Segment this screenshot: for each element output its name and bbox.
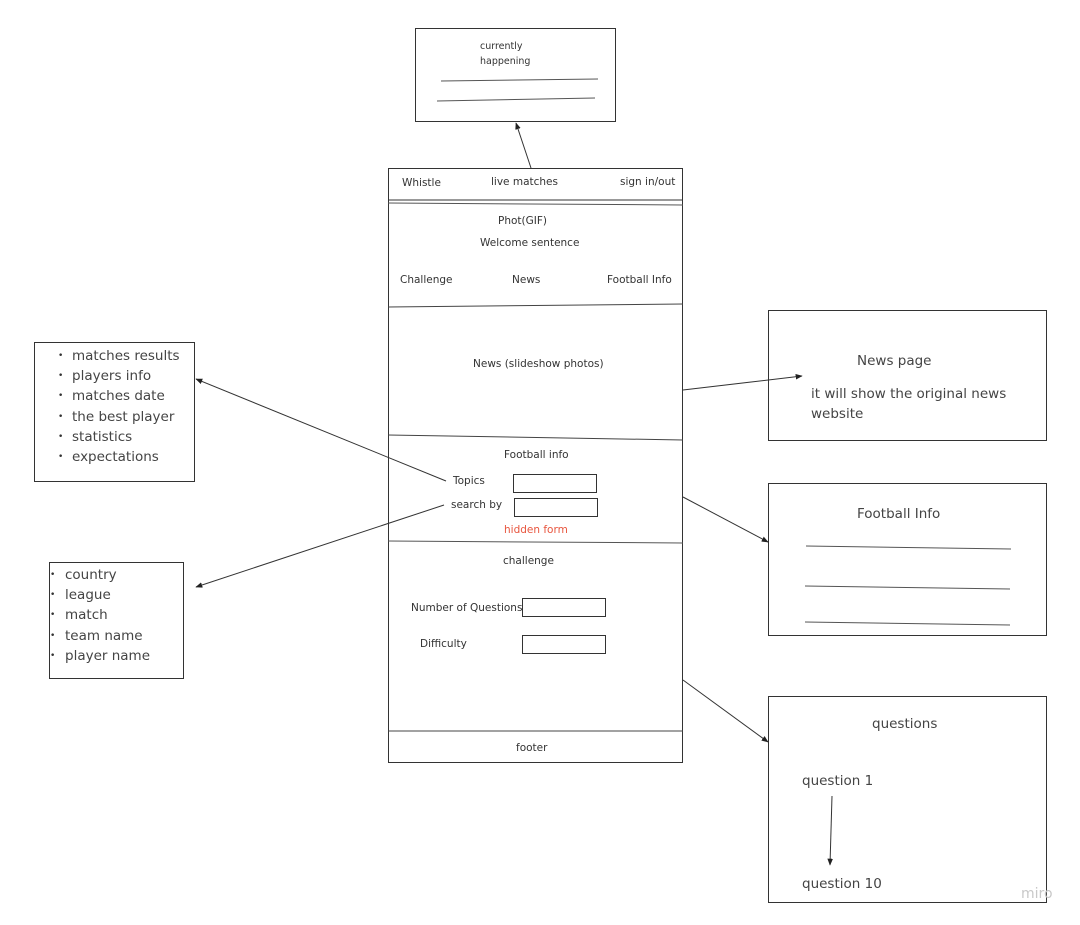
- topics-list-box: matches results players info matches dat…: [34, 342, 195, 482]
- news-page-box: News page it will show the original news…: [768, 310, 1047, 441]
- topics-list-item: matches date: [58, 386, 180, 406]
- football-info-page-title: Football Info: [857, 506, 941, 522]
- welcome-sentence: Welcome sentence: [480, 237, 580, 249]
- search-by-list-item: player name: [50, 646, 150, 666]
- question-last: question 10: [802, 876, 882, 892]
- search-by-list: country league match team name player na…: [50, 565, 150, 666]
- hero-media: Phot(GIF): [498, 215, 547, 227]
- challenge-section: challenge Number of Questions Difficulty: [389, 544, 682, 730]
- arrow-live-matches-to-popup: [515, 122, 532, 169]
- search-by-list-item: match: [50, 605, 150, 625]
- topics-list-item: matches results: [58, 346, 180, 366]
- question-first: question 1: [802, 773, 874, 789]
- challenge-title: challenge: [503, 555, 554, 567]
- search-by-list-item: league: [50, 585, 150, 605]
- search-by-list-box: country league match team name player na…: [49, 562, 184, 679]
- news-slideshow-section[interactable]: News (slideshow photos): [389, 306, 682, 436]
- hero-link-news[interactable]: News: [512, 274, 540, 286]
- news-slideshow-label: News (slideshow photos): [473, 358, 604, 370]
- popup-title-line1: currently: [480, 41, 523, 52]
- search-by-input[interactable]: [514, 498, 598, 517]
- live-matches-popup: currently happening: [415, 28, 616, 122]
- popup-title-line2: happening: [480, 56, 531, 67]
- hero-section: Phot(GIF) Welcome sentence Challenge New…: [389, 200, 682, 305]
- football-info-page-box: Football Info: [768, 483, 1047, 636]
- news-page-title: News page: [857, 353, 932, 369]
- miro-watermark: miro: [1021, 886, 1053, 902]
- topics-label: Topics: [453, 475, 485, 487]
- difficulty-label: Difficulty: [420, 638, 467, 650]
- hidden-form-note: hidden form: [504, 524, 568, 536]
- football-info-title: Football info: [504, 449, 569, 461]
- hero-link-challenge[interactable]: Challenge: [400, 274, 453, 286]
- footer-section: footer: [389, 732, 682, 762]
- football-info-section: Football info Topics search by hidden fo…: [389, 440, 682, 542]
- number-of-questions-label: Number of Questions: [411, 602, 523, 614]
- questions-page-title: questions: [872, 716, 938, 732]
- logo-whistle[interactable]: Whistle: [402, 177, 441, 189]
- topics-list: matches results players info matches dat…: [58, 346, 180, 467]
- news-page-description: it will show the original news website: [811, 386, 1007, 422]
- navbar: Whistle live matches sign in/out: [389, 169, 682, 201]
- hero-link-football-info[interactable]: Football Info: [607, 274, 672, 286]
- difficulty-input[interactable]: [522, 635, 606, 654]
- questions-page-box: questions question 1 question 10: [768, 696, 1047, 903]
- topics-list-item: the best player: [58, 407, 180, 427]
- topics-list-item: players info: [58, 366, 180, 386]
- sign-in-out-link[interactable]: sign in/out: [620, 176, 675, 188]
- live-matches-link[interactable]: live matches: [491, 176, 558, 188]
- topics-input[interactable]: [513, 474, 597, 493]
- search-by-list-item: country: [50, 565, 150, 585]
- arrow-football-info-to-page: [682, 496, 769, 543]
- footer-label: footer: [516, 742, 548, 754]
- search-by-label: search by: [451, 499, 503, 511]
- topics-list-item: expectations: [58, 447, 180, 467]
- number-of-questions-input[interactable]: [522, 598, 606, 617]
- topics-list-item: statistics: [58, 427, 180, 447]
- arrow-challenge-to-questions: [682, 679, 769, 743]
- search-by-list-item: team name: [50, 626, 150, 646]
